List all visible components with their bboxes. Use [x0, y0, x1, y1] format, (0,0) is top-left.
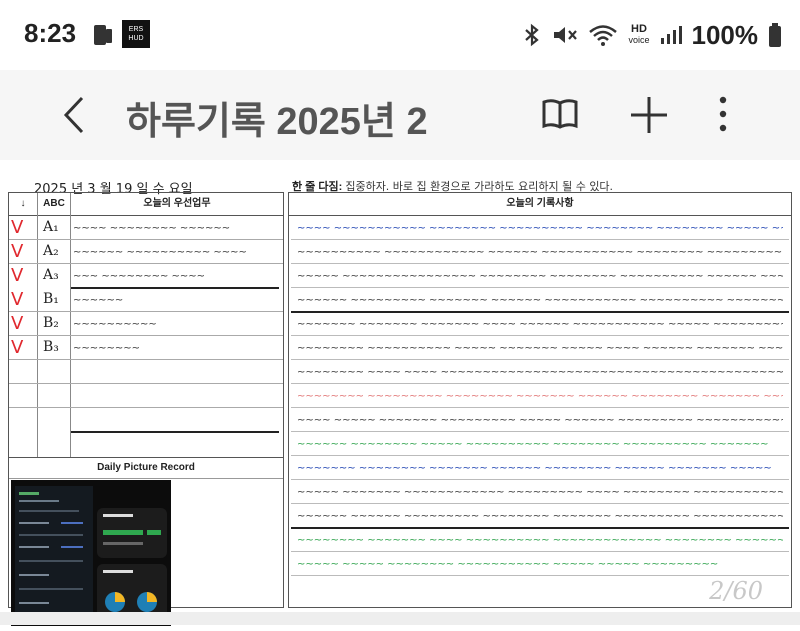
mute-icon — [554, 27, 578, 43]
log-line: ~~~~~ ~~~~~~~~~~~~~~~~ ~~~~~~~~ ~~~~~~~~… — [297, 271, 783, 282]
log-line: ~~~~~~ ~~~~~~~~ ~~~~~ ~~~~~~~~~~ ~~~~~~~… — [297, 439, 769, 450]
log-line: ~~~~~ ~~~~~ ~~~~~~~~ ~~~~~~~~~~~ ~~~~~ ~… — [297, 559, 719, 570]
bottom-edge — [0, 612, 800, 625]
ruled-line — [291, 575, 789, 576]
ruled-line — [291, 287, 789, 288]
task-check: V — [11, 337, 24, 358]
log-line: ~~~~~~~ ~~~~~~~~ ~~~~~~~ ~~~~~~ ~~~~~~~~… — [297, 463, 772, 474]
row-line — [9, 407, 283, 408]
row-line — [71, 287, 279, 289]
status-time: 8:23 — [24, 18, 77, 48]
task-text: ~~~~~~ ~~~~~~~~~~ ~~~~ — [73, 247, 247, 258]
task-code: B₁ — [43, 291, 59, 307]
row-line — [9, 311, 283, 312]
log-line: ~~~~~~ ~~~~~~~~~ ~~~~~~~ ~~~~~~ ~~~~~~~~… — [297, 295, 783, 306]
daily-picture[interactable] — [11, 480, 171, 626]
ruled-line — [291, 431, 789, 432]
log-line: ~~~~ ~~~~~ ~~~~~~~ ~~~~~~~~~ ~~~~~ ~~~~~… — [297, 415, 783, 426]
row-line — [9, 239, 283, 240]
ruled-line — [291, 455, 789, 456]
priority-table: ↓ ABC 오늘의 우선업무 V A₁ ~~~~ ~~~~~~~~ ~~~~~~… — [8, 192, 284, 626]
ruled-line — [291, 527, 789, 529]
task-text: ~~~~~~~~~~ — [73, 319, 157, 330]
log-line: ~~~~~~~ ~~~~~~~ ~~~~~~~ ~~~~ ~~~~~~ ~~~~… — [297, 319, 783, 330]
picture-thumbnail — [11, 480, 171, 626]
row-line — [9, 263, 283, 264]
back-icon[interactable] — [58, 92, 92, 138]
row-line — [71, 431, 279, 433]
column-divider — [70, 193, 71, 457]
log-line: ~~~~~~~~ ~~~~ ~~~~ ~~~~~~~~~~~~~~~~~~~~~… — [297, 367, 783, 378]
ruled-line — [291, 359, 789, 360]
task-text: ~~~~ ~~~~~~~~ ~~~~~~ — [73, 223, 231, 234]
battery-percent: 100% — [691, 19, 759, 50]
task-text: ~~~~~~~~ — [73, 343, 141, 354]
more-icon[interactable] — [710, 94, 736, 136]
task-check: V — [11, 289, 24, 310]
task-text: ~~~~~~ — [73, 295, 124, 306]
task-check: V — [11, 265, 24, 286]
log-line: ~~~~ ~~~~~~~~~~~ ~~~~~~~~ ~~~~~~~~~~ ~~~… — [297, 223, 783, 234]
arrow-header: ↓ — [9, 193, 37, 216]
task-check: V — [11, 217, 24, 238]
row-line — [9, 335, 283, 336]
battery-icon — [769, 23, 781, 47]
task-code: A₂ — [43, 243, 59, 259]
log-line: ~~~~~~~~ ~~~~~~~~~~ ~~~~~ ~~~~~~~ ~~~~~ … — [297, 343, 783, 354]
row-line — [9, 359, 283, 360]
log-line: ~~~~~~~~~~ ~~~~~~~~~~~~ ~~~~~~ ~~~~~~~~~… — [297, 247, 783, 258]
priority-header: 오늘의 우선업무 — [71, 193, 283, 216]
log-line: ~~~~~~~~ ~~~~~~~ ~~~~ ~~~~~~~~~~ ~~~~~~~… — [297, 535, 783, 546]
wifi-icon — [589, 25, 618, 46]
ruled-line — [291, 239, 789, 240]
ruled-line — [291, 551, 789, 552]
phone-icon — [94, 25, 112, 45]
task-check: V — [11, 313, 24, 334]
voice-label: voice — [628, 35, 650, 45]
ruled-line — [291, 407, 789, 408]
signal-icon — [660, 26, 682, 44]
log-line: ~~~~~~~~ ~~~~~~~~~ ~~~~~~~~ ~~~~~~~ ~~~~… — [297, 391, 783, 402]
ruled-line — [291, 383, 789, 384]
bluetooth-icon — [525, 23, 540, 47]
task-code: A₁ — [43, 219, 59, 235]
hd-voice-icon: HD voice — [628, 24, 649, 46]
log-line: ~~~~~~ ~~~~~~ ~~~~~~~~~ ~~~~~~~~ ~~~~~~~… — [297, 511, 783, 522]
task-text: ~~~ ~~~~~~~~ ~~~~ — [73, 271, 206, 282]
task-code: B₃ — [43, 339, 59, 355]
log-line: ~~~~~ ~~~~~~~ ~~~~~~~~~~~~ ~~~~~~~~~ ~~~… — [297, 487, 783, 498]
picture-record-label: Daily Picture Record — [9, 457, 283, 479]
row-line — [9, 383, 283, 384]
column-divider — [37, 193, 38, 457]
log-header: 오늘의 기록사항 — [289, 193, 791, 216]
ruled-line — [291, 335, 789, 336]
ruled-line — [291, 311, 789, 313]
task-code: A₃ — [43, 267, 59, 283]
book-icon[interactable] — [540, 96, 580, 132]
plus-icon[interactable] — [628, 94, 670, 136]
task-check: V — [11, 241, 24, 262]
ruled-line — [291, 479, 789, 480]
hd-label: HD — [631, 23, 647, 35]
app-notification-icon: ERS HUD — [122, 20, 150, 48]
status-bar: 8:23 ERS HUD HD voice 100% — [0, 0, 800, 70]
app-bar: 하루기록 2025년 2 — [0, 70, 800, 160]
task-code: B₂ — [43, 315, 59, 331]
page-number: 2/60 — [709, 577, 763, 605]
abc-header: ABC — [38, 193, 70, 216]
log-table: 오늘의 기록사항 ~~~~ ~~~~~~~~~~~ ~~~~~~~~ ~~~~~… — [288, 192, 792, 608]
diary-page[interactable]: 2025 년 3 월 19 일 수 요일 한 줄 다짐: 집중하자. 바로 집 … — [0, 160, 800, 626]
status-icons: HD voice 100% — [522, 18, 782, 52]
ruled-line — [291, 263, 789, 264]
page-title: 하루기록 2025년 2 — [126, 101, 428, 143]
ruled-line — [291, 503, 789, 504]
